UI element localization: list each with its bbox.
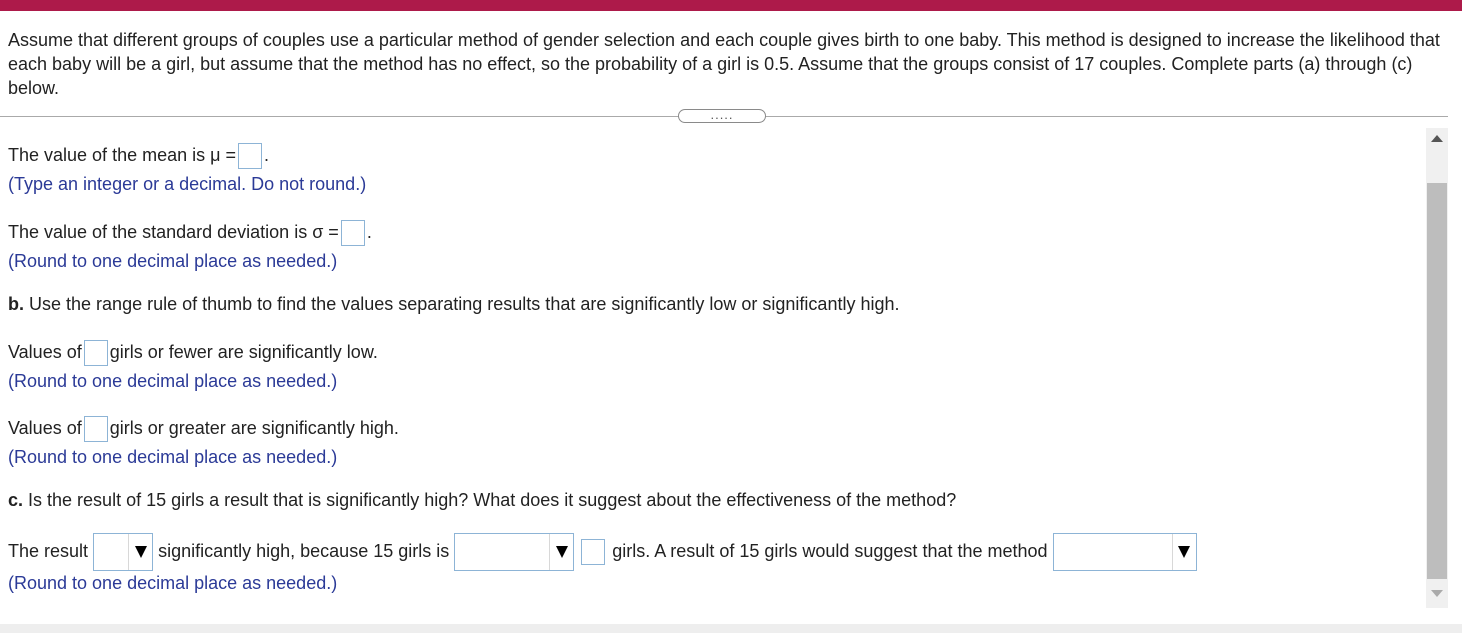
- high-prefix: Values of: [8, 418, 82, 438]
- low-hint: (Round to one decimal place as needed.): [8, 371, 338, 391]
- question-text: Assume that different groups of couples …: [8, 30, 1440, 98]
- method-effectiveness-dropdown[interactable]: [1052, 533, 1197, 571]
- mean-hint: (Type an integer or a decimal. Do not ro…: [8, 174, 367, 194]
- std-input[interactable]: [340, 220, 365, 247]
- scroll-down-arrow-icon[interactable]: [1431, 590, 1443, 597]
- high-suffix: girls or greater are significantly high.: [109, 418, 399, 438]
- scrollbar-thumb[interactable]: [1427, 183, 1447, 579]
- low-line: Values of girls or fewer are significantl…: [8, 340, 378, 367]
- result-after-box: girls. A result of 15 girls would sugges…: [612, 540, 1048, 561]
- mean-line: The value of the mean is μ =.: [8, 143, 270, 170]
- std-line: The value of the standard deviation is σ…: [8, 220, 372, 247]
- high-input[interactable]: [83, 416, 108, 443]
- result-line: The result significantly high, because 1…: [8, 533, 1197, 571]
- result-is-dropdown[interactable]: [93, 533, 154, 571]
- std-label: The value of the standard deviation is σ…: [8, 222, 339, 242]
- std-suffix: .: [366, 222, 372, 242]
- part-c-heading: c. Is the result of 15 girls a result th…: [8, 488, 956, 512]
- low-input[interactable]: [83, 340, 108, 367]
- part-b-text: Use the range rule of thumb to find the …: [29, 294, 900, 314]
- low-prefix: Values of: [8, 342, 82, 362]
- dropdown-arrow-icon: [128, 534, 152, 570]
- scroll-up-arrow-icon[interactable]: [1431, 135, 1443, 142]
- comparison-dropdown[interactable]: [454, 533, 575, 571]
- mean-input[interactable]: [238, 143, 262, 170]
- high-hint: (Round to one decimal place as needed.): [8, 447, 338, 467]
- mean-label: The value of the mean is μ =: [8, 145, 236, 165]
- dropdown-arrow-icon: [549, 534, 573, 570]
- top-banner: [0, 0, 1462, 11]
- part-b-heading: b. Use the range rule of thumb to find t…: [8, 292, 899, 316]
- result-middle: significantly high, because 15 girls is: [158, 540, 450, 561]
- dropdown-arrow-icon: [1171, 534, 1196, 570]
- part-b-label: b.: [8, 294, 24, 314]
- expand-button[interactable]: .....: [678, 108, 766, 123]
- part-c-text: Is the result of 15 girls a result that …: [28, 490, 957, 510]
- bottom-bar: [0, 624, 1462, 633]
- std-hint: (Round to one decimal place as needed.): [8, 251, 338, 271]
- comparison-value-input[interactable]: [581, 539, 606, 565]
- high-line: Values of girls or greater are significan…: [8, 416, 399, 443]
- mean-suffix: .: [264, 145, 270, 165]
- low-suffix: girls or fewer are significantly low.: [109, 342, 378, 362]
- result-hint: (Round to one decimal place as needed.): [8, 573, 338, 593]
- result-prefix: The result: [8, 540, 89, 561]
- part-c-label: c.: [8, 490, 24, 510]
